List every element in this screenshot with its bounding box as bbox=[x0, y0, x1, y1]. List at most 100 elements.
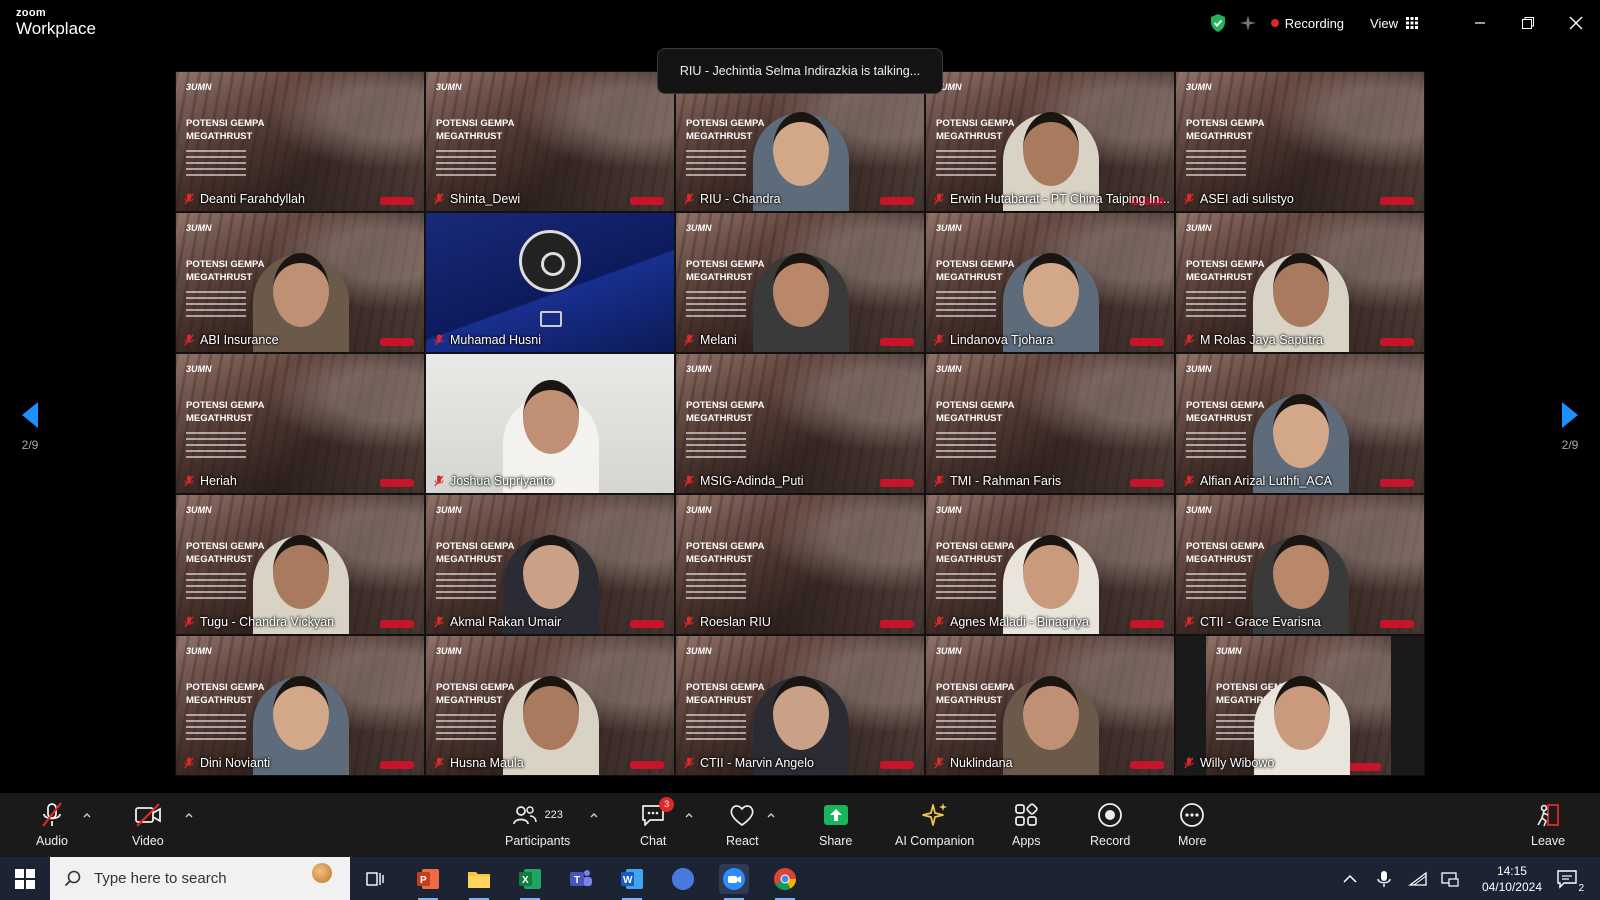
taskbar-chrome[interactable] bbox=[770, 864, 800, 900]
participant-tile[interactable]: Muhamad Husni bbox=[425, 212, 675, 353]
chat-options-caret-icon[interactable] bbox=[684, 810, 694, 820]
clock-time: 14:15 bbox=[1496, 864, 1527, 878]
recording-indicator[interactable]: Recording bbox=[1270, 16, 1344, 31]
participant-tile[interactable]: 3UMN POTENSI GEMPA MEGATHRUST Akmal Rakan U… bbox=[425, 494, 675, 635]
share-button[interactable]: Share bbox=[819, 801, 852, 848]
muted-mic-icon bbox=[1184, 334, 1194, 346]
poster-title-line: MEGATHRUST bbox=[686, 131, 753, 142]
taskbar-zoom[interactable] bbox=[719, 864, 749, 900]
notification-center-button[interactable]: 2 bbox=[1552, 864, 1584, 894]
system-clock[interactable]: 14:15 04/10/2024 bbox=[1482, 863, 1542, 895]
participant-tile[interactable]: 3UMN POTENSI GEMPA MEGATHRUST ABI Insurance bbox=[175, 212, 425, 353]
show-hidden-icons-chevron-icon[interactable] bbox=[1340, 869, 1360, 889]
poster-title: POTENSI GEMPA MEGATHRUST bbox=[936, 399, 1014, 425]
poster-brand-text: 3UMN bbox=[936, 505, 962, 515]
participant-name: Nuklindana bbox=[950, 756, 1013, 770]
audio-options-caret-icon[interactable] bbox=[82, 810, 92, 820]
security-shield-icon[interactable] bbox=[1209, 13, 1227, 33]
taskbar-powerpoint[interactable]: P bbox=[413, 864, 443, 900]
participant-name-label: Nuklindana bbox=[934, 754, 1019, 772]
participant-name: Heriah bbox=[200, 474, 237, 488]
next-page-control[interactable]: 2/9 bbox=[1550, 400, 1590, 452]
display-settings-icon[interactable] bbox=[1440, 869, 1460, 889]
participant-tile[interactable]: 3UMN POTENSI GEMPA MEGATHRUST CTII - Marvin… bbox=[675, 635, 925, 776]
apps-button[interactable]: Apps bbox=[1012, 801, 1041, 848]
video-options-caret-icon[interactable] bbox=[184, 810, 194, 820]
participant-tile[interactable]: 3UMN POTENSI GEMPA MEGATHRUST M Rolas Jaya … bbox=[1175, 212, 1425, 353]
ai-companion-button[interactable]: AI Companion bbox=[895, 801, 974, 848]
participants-options-caret-icon[interactable] bbox=[589, 810, 599, 820]
record-button[interactable]: Record bbox=[1090, 801, 1130, 848]
participant-tile[interactable]: 3UMN POTENSI GEMPA MEGATHRUST Nuklindana bbox=[925, 635, 1175, 776]
participant-tile[interactable]: 3UMN POTENSI GEMPA MEGATHRUST Agnes Maladi … bbox=[925, 494, 1175, 635]
participant-tile[interactable]: 3UMN POTENSI GEMPA MEGATHRUST Erwin Hutabar… bbox=[925, 71, 1175, 212]
participant-tile[interactable]: 3UMN POTENSI GEMPA MEGATHRUST Tugu - Chandr… bbox=[175, 494, 425, 635]
recording-dot-icon bbox=[1270, 19, 1279, 27]
taskbar-word[interactable]: W bbox=[617, 864, 647, 900]
arrow-left-icon[interactable] bbox=[20, 400, 40, 430]
participants-button[interactable]: 223 Participants bbox=[505, 801, 570, 848]
participant-face bbox=[1023, 112, 1079, 186]
start-button[interactable] bbox=[10, 864, 40, 894]
poster-title-line: MEGATHRUST bbox=[436, 554, 503, 565]
participant-face bbox=[773, 253, 829, 327]
minimize-button[interactable] bbox=[1456, 10, 1504, 36]
poster-live-badge bbox=[630, 761, 664, 769]
muted-mic-icon bbox=[684, 334, 694, 346]
leave-button[interactable]: Leave bbox=[1531, 801, 1565, 848]
participant-tile[interactable]: 3UMN POTENSI GEMPA MEGATHRUST MSIG-Adinda_P… bbox=[675, 353, 925, 494]
powerpoint-icon: P bbox=[417, 869, 439, 889]
muted-mic-icon bbox=[684, 616, 694, 628]
poster-subtitle-lines bbox=[686, 150, 746, 178]
participant-tile[interactable]: 3UMN POTENSI GEMPA MEGATHRUST ASEI adi suli… bbox=[1175, 71, 1425, 212]
participant-tile[interactable]: 3UMN POTENSI GEMPA MEGATHRUST TMI - Rahman … bbox=[925, 353, 1175, 494]
participant-tile[interactable]: 3UMN POTENSI GEMPA MEGATHRUST Dini Novianti bbox=[175, 635, 425, 776]
participant-tile[interactable]: 3UMN POTENSI GEMPA MEGATHRUST CTII - Grace … bbox=[1175, 494, 1425, 635]
participant-name-label: CTII - Marvin Angelo bbox=[684, 754, 820, 772]
video-button[interactable]: Video bbox=[132, 801, 164, 848]
participant-tile[interactable]: 3UMN POTENSI GEMPA MEGATHRUST Willy Wibowo bbox=[1175, 635, 1425, 776]
more-dots-icon bbox=[1180, 803, 1205, 827]
react-options-caret-icon[interactable] bbox=[766, 810, 776, 820]
participant-name-label: Muhamad Husni bbox=[434, 331, 547, 349]
participant-tile[interactable]: 3UMN POTENSI GEMPA MEGATHRUST Shinta_Dewi bbox=[425, 71, 675, 212]
ai-sparkle-icon[interactable] bbox=[1239, 14, 1257, 32]
taskbar-file-explorer[interactable] bbox=[464, 864, 494, 900]
poster-title-line: POTENSI GEMPA bbox=[936, 541, 1015, 552]
participant-name: ABI Insurance bbox=[200, 333, 279, 347]
react-button[interactable]: React bbox=[726, 801, 759, 848]
participant-tile[interactable]: 3UMN POTENSI GEMPA MEGATHRUST Roeslan RIU bbox=[675, 494, 925, 635]
taskbar-search-box[interactable]: Type here to search bbox=[50, 857, 350, 900]
audio-button[interactable]: Audio bbox=[36, 801, 68, 848]
poster-title-line: MEGATHRUST bbox=[936, 695, 1003, 706]
more-button[interactable]: More bbox=[1178, 801, 1206, 848]
restore-button[interactable] bbox=[1504, 10, 1552, 36]
poster-title-line: MEGATHRUST bbox=[686, 554, 753, 565]
active-speaker-toast: RIU - Jechintia Selma Indirazkia is talk… bbox=[657, 48, 943, 94]
taskbar-excel[interactable]: X bbox=[515, 864, 545, 900]
view-button[interactable]: View bbox=[1370, 16, 1418, 31]
apps-grid-icon bbox=[1015, 803, 1038, 826]
poster-title-line: MEGATHRUST bbox=[186, 131, 253, 142]
participant-tile[interactable]: 3UMN POTENSI GEMPA MEGATHRUST Melani bbox=[675, 212, 925, 353]
taskbar-canva[interactable] bbox=[668, 864, 698, 894]
microphone-in-use-icon[interactable] bbox=[1374, 869, 1394, 889]
arrow-right-icon[interactable] bbox=[1560, 400, 1580, 430]
taskbar-teams[interactable]: T bbox=[566, 864, 596, 894]
poster-title: POTENSI GEMPA MEGATHRUST bbox=[686, 117, 764, 143]
task-view-button[interactable] bbox=[360, 864, 390, 894]
close-window-button[interactable] bbox=[1552, 10, 1600, 36]
participant-tile[interactable]: 3UMN POTENSI GEMPA MEGATHRUST Deanti Farahd… bbox=[175, 71, 425, 212]
participant-name: TMI - Rahman Faris bbox=[950, 474, 1062, 488]
chat-button[interactable]: 3 Chat bbox=[640, 797, 675, 848]
participant-tile[interactable]: 3UMN POTENSI GEMPA MEGATHRUST Heriah bbox=[175, 353, 425, 494]
participant-tile[interactable]: Joshua Supriyanto bbox=[425, 353, 675, 494]
poster-title: POTENSI GEMPA MEGATHRUST bbox=[436, 540, 514, 566]
network-icon[interactable] bbox=[1408, 869, 1428, 889]
previous-page-control[interactable]: 2/9 bbox=[10, 400, 50, 452]
participant-tile[interactable]: 3UMN POTENSI GEMPA MEGATHRUST Lindanova Tjo… bbox=[925, 212, 1175, 353]
poster-title-line: MEGATHRUST bbox=[936, 413, 1003, 424]
participant-tile[interactable]: 3UMN POTENSI GEMPA MEGATHRUST Alfian Arizal… bbox=[1175, 353, 1425, 494]
poster-title-line: MEGATHRUST bbox=[936, 272, 1003, 283]
participant-tile[interactable]: 3UMN POTENSI GEMPA MEGATHRUST Husna Maula bbox=[425, 635, 675, 776]
